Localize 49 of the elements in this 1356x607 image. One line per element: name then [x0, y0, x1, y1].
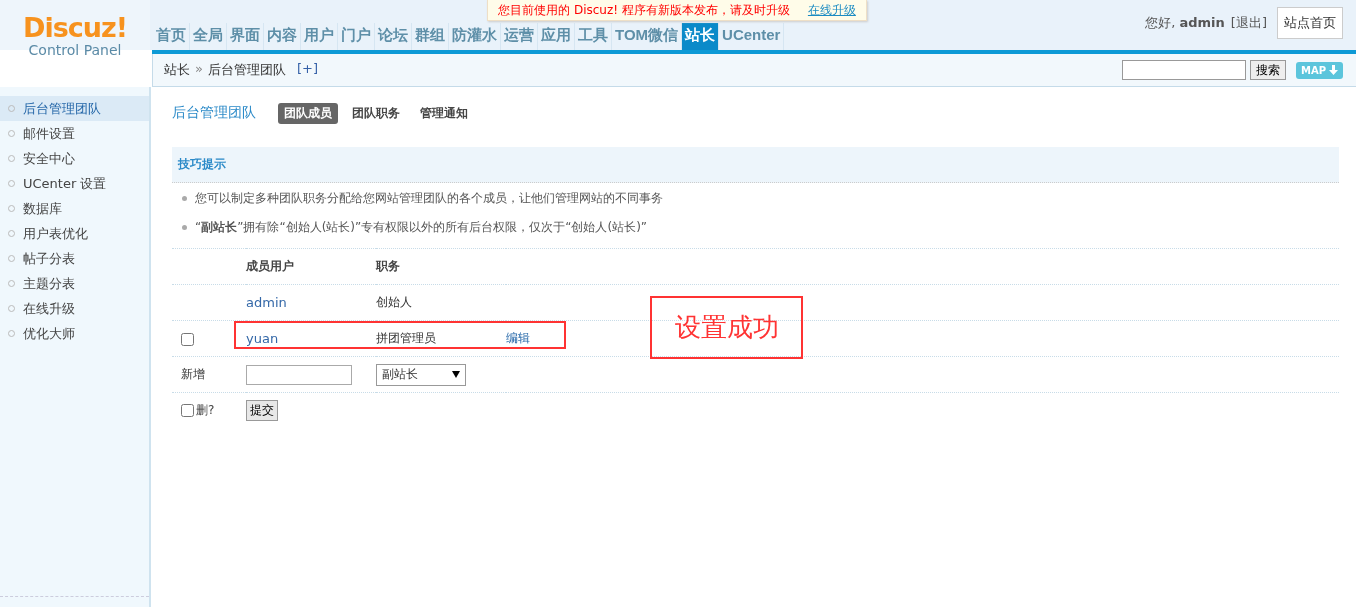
search-button[interactable]: 搜索 — [1249, 60, 1286, 80]
sidebar-item[interactable]: 在线升级 — [0, 296, 149, 321]
sidebar-item[interactable]: 后台管理团队 — [0, 96, 149, 121]
role-text: 拼团管理员 — [376, 331, 436, 345]
down-arrow-icon — [1329, 65, 1338, 75]
logo-subtitle: Control Panel — [27, 42, 123, 58]
search-field[interactable] — [1121, 60, 1246, 80]
sidebar-item[interactable]: 帖子分表 — [0, 246, 149, 271]
tab[interactable]: 团队职务 — [346, 102, 406, 124]
sidebar-item[interactable]: UCenter 设置 — [0, 171, 149, 196]
sidebar-item[interactable]: 安全中心 — [0, 146, 149, 171]
username-link[interactable]: admin — [246, 295, 287, 310]
edit-link[interactable]: 编辑 — [506, 331, 530, 345]
nav-tab[interactable]: 站长 — [682, 23, 720, 50]
add-shortcut-link[interactable]: [+] — [296, 61, 318, 79]
sidebar-item[interactable]: 主题分表 — [0, 271, 149, 296]
bullet-icon — [182, 225, 187, 230]
tab[interactable]: 管理通知 — [414, 102, 474, 124]
delete-label: 删? — [196, 402, 215, 419]
sidebar-item[interactable]: 数据库 — [0, 196, 149, 221]
column-header: 职务 — [376, 248, 506, 285]
site-home-button[interactable]: 站点首页 — [1277, 7, 1343, 39]
logo-brand: Discuz! — [22, 14, 128, 42]
sidebar-item[interactable]: 优化大师 — [0, 321, 149, 346]
breadcrumb-separator: » — [195, 61, 203, 78]
username-field[interactable] — [246, 364, 352, 385]
tip-text: 您可以制定多种团队职务分配给您网站管理团队的各个成员，让他们管理网站的不同事务 — [195, 190, 663, 207]
row-checkbox[interactable] — [181, 332, 194, 346]
sidebar-item[interactable]: 邮件设置 — [0, 121, 149, 146]
notice-text: 您目前使用的 Discuz! 程序有新版本发布，请及时升级 — [498, 1, 790, 19]
role-text: 创始人 — [376, 295, 412, 309]
logout-link[interactable]: [退出] — [1230, 14, 1267, 32]
page-title: 后台管理团队 — [172, 104, 256, 122]
tips-title: 技巧提示 — [178, 156, 226, 173]
bullet-icon — [182, 196, 187, 201]
username-link[interactable]: yuan — [246, 331, 279, 346]
upgrade-link[interactable]: 在线升级 — [807, 1, 856, 19]
column-header: 成员用户 — [246, 248, 376, 285]
greeting-text: 您好, admin — [1145, 14, 1225, 32]
sidebar-item[interactable]: 用户表优化 — [0, 221, 149, 246]
role-dropdown[interactable]: 副站长 — [376, 363, 466, 386]
submit-button[interactable]: 提交 — [246, 400, 278, 421]
annotation-label: 设置成功 — [650, 296, 803, 359]
caret-icon — [452, 371, 460, 378]
tip-text: “副站长”拥有除“创始人(站长)”专有权限以外的所有后台权限，仅次于“创始人(站长)” — [195, 219, 648, 236]
tab[interactable]: 团队成员 — [278, 102, 338, 124]
breadcrumb-link[interactable]: 后台管理团队 — [207, 61, 286, 79]
breadcrumb-link[interactable]: 站长 — [164, 61, 190, 79]
delete-checkbox[interactable] — [181, 404, 194, 417]
